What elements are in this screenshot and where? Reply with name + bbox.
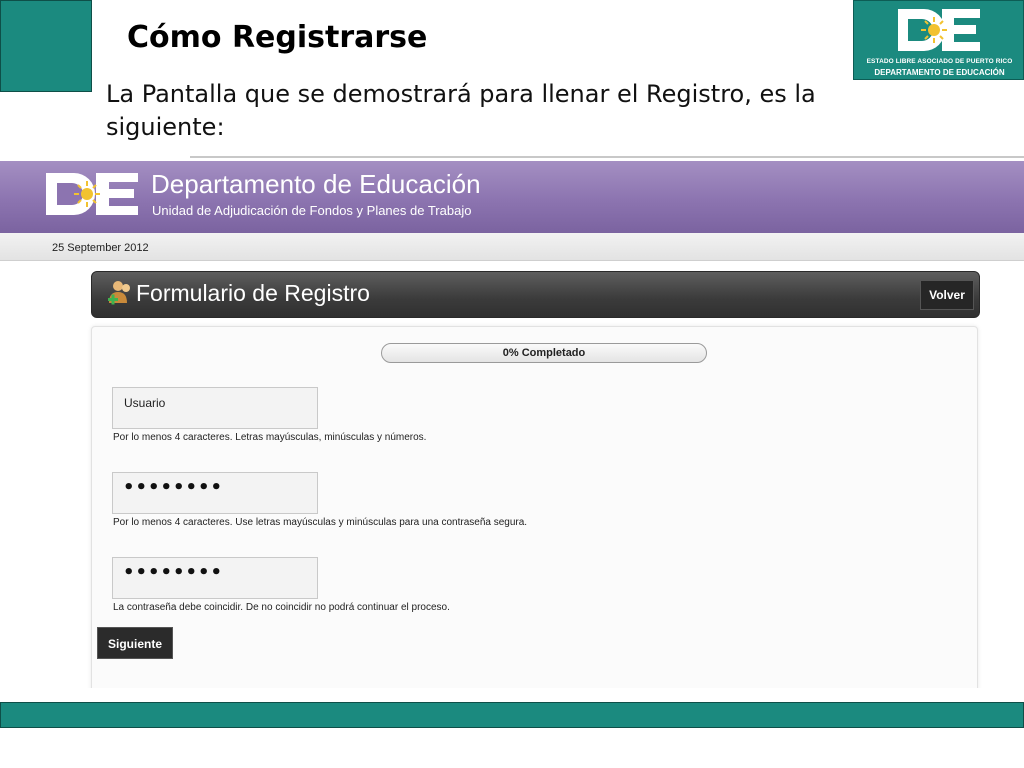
form-header: Formulario de Registro Volver (91, 271, 980, 318)
registration-screenshot: Departamento de Educación Unidad de Adju… (0, 161, 1024, 688)
date-bar: 25 September 2012 (0, 233, 1024, 261)
banner-title: Departamento de Educación (151, 169, 481, 199)
username-value: Usuario (124, 396, 166, 410)
confirm-password-field[interactable]: •••••••• (112, 557, 318, 599)
form-title: Formulario de Registro (136, 280, 370, 306)
current-date: 25 September 2012 (52, 242, 149, 254)
slide-subtitle: La Pantalla que se demostrará para llena… (106, 80, 816, 141)
back-button[interactable]: Volver (920, 280, 974, 310)
title-divider (190, 156, 1024, 158)
password-hint: Por lo menos 4 caracteres. Use letras ma… (113, 517, 528, 528)
banner-subtitle: Unidad de Adjudicación de Fondos y Plane… (152, 203, 472, 218)
confirm-password-value: •••••••• (123, 562, 224, 583)
confirm-password-hint: La contraseña debe coincidir. De no coin… (113, 602, 450, 613)
add-user-icon (108, 281, 130, 305)
next-button[interactable]: Siguiente (97, 627, 173, 659)
logo-caption-top: ESTADO LIBRE ASOCIADO DE PUERTO RICO (866, 58, 1013, 65)
de-logo-icon (46, 173, 138, 215)
bottom-teal-bar (0, 702, 1024, 728)
password-field[interactable]: •••••••• (112, 472, 318, 514)
slide-title: Cómo Registrarse (127, 20, 428, 55)
progress-bar: 0% Completado (381, 343, 707, 363)
teal-corner-square (0, 0, 92, 92)
username-hint: Por lo menos 4 caracteres. Letras mayúsc… (113, 432, 427, 443)
de-logo-icon (898, 9, 980, 51)
password-value: •••••••• (123, 477, 224, 498)
logo-caption-bottom: DEPARTAMENTO DE EDUCACIÓN (874, 68, 1005, 77)
registration-form: 0% Completado Usuario Por lo menos 4 car… (91, 326, 978, 688)
username-field[interactable]: Usuario (112, 387, 318, 429)
department-logo: ESTADO LIBRE ASOCIADO DE PUERTO RICO DEP… (853, 0, 1024, 80)
app-banner: Departamento de Educación Unidad de Adju… (0, 161, 1024, 233)
